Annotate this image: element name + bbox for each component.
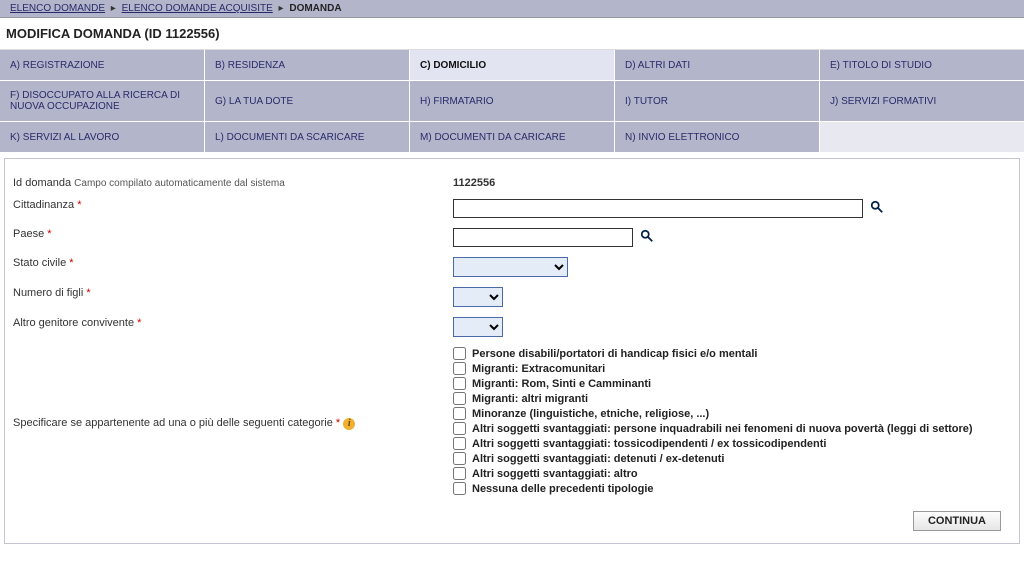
breadcrumb-link-elenco-domande-acquisite[interactable]: ELENCO DOMANDE ACQUISITE [122, 3, 273, 14]
categoria-checkbox[interactable] [453, 347, 466, 360]
categoria-label: Migranti: altri migranti [472, 393, 588, 405]
row-numero-figli: Numero di figli * [13, 287, 1011, 307]
categoria-checkbox[interactable] [453, 422, 466, 435]
continua-button[interactable]: CONTINUA [913, 511, 1001, 531]
input-paese[interactable] [453, 228, 633, 247]
categoria-checkbox[interactable] [453, 407, 466, 420]
categoria-label: Altri soggetti svantaggiati: tossicodipe… [472, 438, 827, 450]
categoria-label: Altri soggetti svantaggiati: altro [472, 468, 638, 480]
categoria-checkbox[interactable] [453, 362, 466, 375]
tab-registrazione[interactable]: A) REGISTRAZIONE [0, 50, 204, 80]
label-paese: Paese [13, 228, 44, 240]
categoria-checkbox[interactable] [453, 452, 466, 465]
lookup-icon[interactable] [870, 200, 884, 217]
categoria-label: Migranti: Extracomunitari [472, 363, 605, 375]
tab-documenti-caricare[interactable]: M) DOCUMENTI DA CARICARE [410, 122, 614, 152]
label-numero-figli: Numero di figli [13, 287, 83, 299]
categoria-label: Altri soggetti svantaggiati: persone inq… [472, 423, 973, 435]
form-area: Id domanda Campo compilato automaticamen… [4, 158, 1020, 544]
select-stato-civile[interactable] [453, 257, 568, 277]
categorie-list: Persone disabili/portatori di handicap f… [453, 347, 1011, 495]
categoria-item[interactable]: Migranti: Extracomunitari [453, 362, 1011, 375]
select-altro-genitore[interactable] [453, 317, 503, 337]
row-paese: Paese * [13, 228, 1011, 247]
tab-domicilio[interactable]: C) DOMICILIO [410, 50, 614, 80]
tab-tutor[interactable]: I) TUTOR [615, 81, 819, 121]
tab-residenza[interactable]: B) RESIDENZA [205, 50, 409, 80]
label-stato-civile: Stato civile [13, 257, 66, 269]
page-title: MODIFICA DOMANDA (ID 1122556) [0, 18, 1024, 50]
required-marker: * [69, 257, 73, 269]
chevron-right-icon: ▸ [279, 3, 284, 14]
select-numero-figli[interactable] [453, 287, 503, 307]
categoria-item[interactable]: Migranti: Rom, Sinti e Camminanti [453, 377, 1011, 390]
label-categorie: Specificare se appartenente ad una o più… [13, 417, 333, 429]
categoria-item[interactable]: Altri soggetti svantaggiati: altro [453, 467, 1011, 480]
categoria-checkbox[interactable] [453, 392, 466, 405]
tab-servizi-formativi[interactable]: J) SERVIZI FORMATIVI [820, 81, 1024, 121]
categoria-checkbox[interactable] [453, 467, 466, 480]
row-categorie: Specificare se appartenente ad una o più… [13, 347, 1011, 497]
tab-disoccupato[interactable]: F) DISOCCUPATO ALLA RICERCA DI NUOVA OCC… [0, 81, 204, 121]
required-marker: * [336, 417, 340, 429]
breadcrumb-link-elenco-domande[interactable]: ELENCO DOMANDE [10, 3, 105, 14]
categoria-item[interactable]: Minoranze (linguistiche, etniche, religi… [453, 407, 1011, 420]
categoria-item[interactable]: Altri soggetti svantaggiati: tossicodipe… [453, 437, 1011, 450]
categoria-label: Altri soggetti svantaggiati: detenuti / … [472, 453, 724, 465]
categoria-label: Persone disabili/portatori di handicap f… [472, 348, 757, 360]
row-cittadinanza: Cittadinanza * [13, 199, 1011, 218]
input-cittadinanza[interactable] [453, 199, 863, 218]
tabs-grid: A) REGISTRAZIONE B) RESIDENZA C) DOMICIL… [0, 50, 1024, 158]
categoria-checkbox[interactable] [453, 437, 466, 450]
required-marker: * [86, 287, 90, 299]
categoria-label: Migranti: Rom, Sinti e Camminanti [472, 378, 651, 390]
categoria-label: Nessuna delle precedenti tipologie [472, 483, 654, 495]
tab-invio-elettronico[interactable]: N) INVIO ELETTRONICO [615, 122, 819, 152]
button-row: CONTINUA [13, 507, 1011, 531]
hint-id-domanda: Campo compilato automaticamente dal sist… [74, 178, 285, 189]
tab-empty [820, 122, 1024, 152]
tab-titolo-studio[interactable]: E) TITOLO DI STUDIO [820, 50, 1024, 80]
categoria-item[interactable]: Persone disabili/portatori di handicap f… [453, 347, 1011, 360]
chevron-right-icon: ▸ [111, 3, 116, 14]
value-id-domanda: 1122556 [453, 177, 495, 189]
breadcrumb-current: DOMANDA [289, 3, 341, 14]
lookup-icon[interactable] [640, 229, 654, 246]
categoria-label: Minoranze (linguistiche, etniche, religi… [472, 408, 709, 420]
categoria-item[interactable]: Migranti: altri migranti [453, 392, 1011, 405]
info-icon[interactable]: i [343, 418, 355, 430]
tab-servizi-lavoro[interactable]: K) SERVIZI AL LAVORO [0, 122, 204, 152]
categoria-checkbox[interactable] [453, 377, 466, 390]
label-id-domanda: Id domanda [13, 177, 71, 189]
required-marker: * [137, 317, 141, 329]
row-altro-genitore: Altro genitore convivente * [13, 317, 1011, 337]
required-marker: * [77, 199, 81, 211]
categoria-item[interactable]: Nessuna delle precedenti tipologie [453, 482, 1011, 495]
categoria-item[interactable]: Altri soggetti svantaggiati: detenuti / … [453, 452, 1011, 465]
label-altro-genitore: Altro genitore convivente [13, 317, 134, 329]
categoria-checkbox[interactable] [453, 482, 466, 495]
tab-documenti-scaricare[interactable]: L) DOCUMENTI DA SCARICARE [205, 122, 409, 152]
row-stato-civile: Stato civile * [13, 257, 1011, 277]
label-cittadinanza: Cittadinanza [13, 199, 74, 211]
tab-altri-dati[interactable]: D) ALTRI DATI [615, 50, 819, 80]
breadcrumb: ELENCO DOMANDE ▸ ELENCO DOMANDE ACQUISIT… [0, 0, 1024, 18]
required-marker: * [47, 228, 51, 240]
row-id-domanda: Id domanda Campo compilato automaticamen… [13, 177, 1011, 189]
categoria-item[interactable]: Altri soggetti svantaggiati: persone inq… [453, 422, 1011, 435]
tab-la-tua-dote[interactable]: G) LA TUA DOTE [205, 81, 409, 121]
tab-firmatario[interactable]: H) FIRMATARIO [410, 81, 614, 121]
